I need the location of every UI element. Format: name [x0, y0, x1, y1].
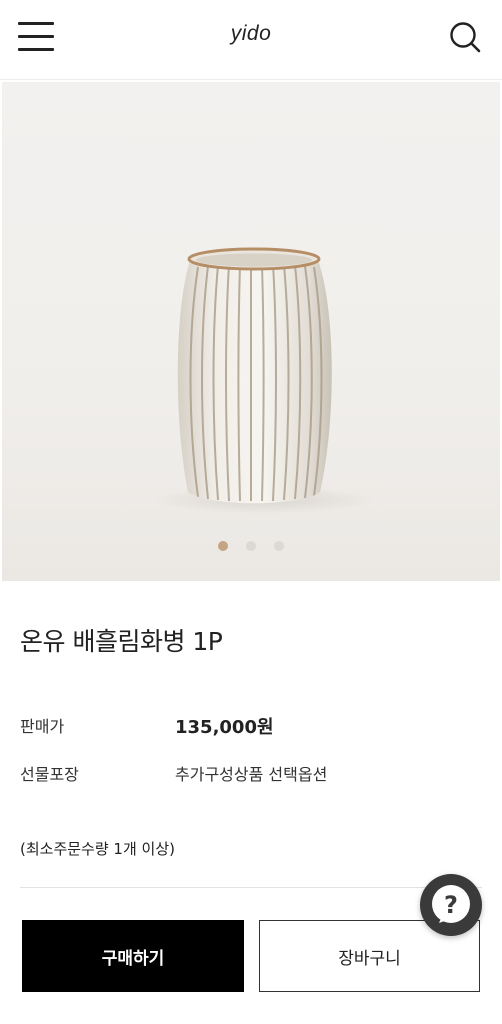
help-glyph: ? — [444, 891, 458, 919]
gift-wrap-row: 선물포장 추가구성상품 선택옵션 — [20, 761, 482, 789]
gallery-dot-3[interactable] — [274, 541, 284, 551]
gallery-pagination — [2, 541, 500, 551]
gallery-dot-1[interactable] — [218, 541, 228, 551]
top-header: yido — [0, 0, 502, 80]
price-row: 판매가 135,000원 — [20, 713, 482, 741]
help-chat-button[interactable]: ? — [420, 874, 482, 936]
gift-wrap-option[interactable]: 추가구성상품 선택옵션 — [175, 761, 327, 785]
product-title: 온유 배흘림화병 1P — [20, 627, 223, 656]
search-icon[interactable] — [446, 18, 486, 58]
price-label: 판매가 — [20, 717, 65, 736]
product-image-gallery[interactable] — [2, 82, 500, 581]
gift-wrap-label: 선물포장 — [20, 765, 79, 784]
buy-button[interactable]: 구매하기 — [22, 920, 244, 992]
min-order-note: (최소주문수량 1개 이상) — [20, 840, 175, 858]
divider — [20, 887, 482, 888]
question-mark-icon: ? — [432, 885, 470, 923]
price-value: 135,000원 — [175, 717, 274, 738]
brand-logo[interactable]: yido — [0, 22, 502, 46]
menu-line — [18, 48, 54, 51]
vase-image — [154, 247, 374, 514]
gallery-dot-2[interactable] — [246, 541, 256, 551]
